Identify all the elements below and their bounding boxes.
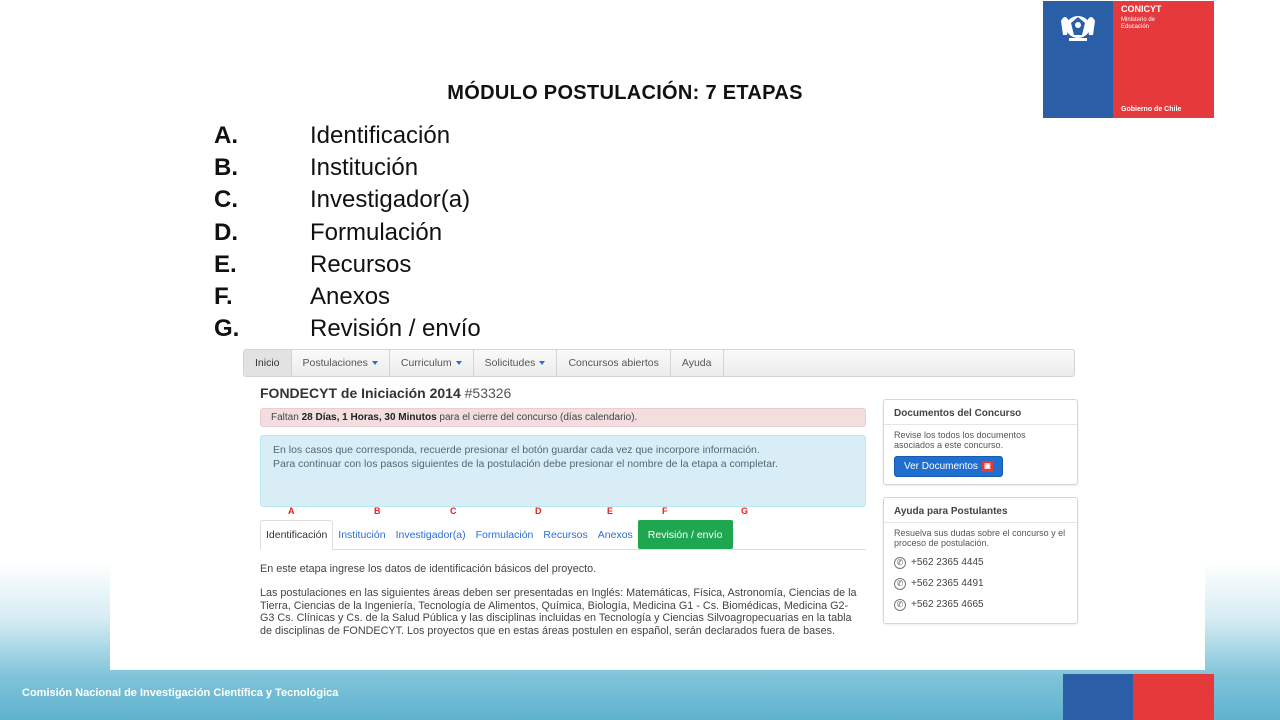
footer-organization: Comisión Nacional de Investigación Cient… bbox=[22, 687, 339, 699]
help-panel: Ayuda para Postulantes Resuelva sus duda… bbox=[883, 497, 1078, 624]
pdf-icon: ▣ bbox=[981, 461, 993, 472]
nav-postulaciones[interactable]: Postulaciones bbox=[292, 350, 390, 376]
nav-curriculum[interactable]: Curriculum bbox=[390, 350, 474, 376]
deadline-alert: Faltan 28 Días, 1 Horas, 30 Minutos para… bbox=[260, 408, 866, 427]
content-paragraph: En este etapa ingrese los datos de ident… bbox=[260, 563, 597, 575]
footer-flag-blue bbox=[1063, 674, 1133, 720]
stage-item: F. Anexos bbox=[214, 283, 391, 311]
stage-item: A. Identificación bbox=[214, 122, 451, 150]
tab-institucion[interactable]: Institución bbox=[333, 520, 390, 549]
nav-concursos-abiertos[interactable]: Concursos abiertos bbox=[557, 350, 671, 376]
stage-tabs: Identificación Institución Investigador(… bbox=[260, 520, 866, 550]
tab-investigador[interactable]: Investigador(a) bbox=[391, 520, 471, 549]
tab-letter: D bbox=[535, 506, 542, 516]
stages-list: A. Identificación B. Institución C. Investi… bbox=[214, 120, 481, 345]
phone-icon: ✆ bbox=[894, 557, 906, 569]
conicyt-logo: CONICYT Ministerio de Educación Gobierno… bbox=[1043, 1, 1214, 118]
phone-line[interactable]: ✆ +562 2365 4491 bbox=[894, 578, 1067, 590]
nav-ayuda[interactable]: Ayuda bbox=[671, 350, 724, 376]
tab-identificacion[interactable]: Identificación bbox=[260, 520, 334, 550]
phone-line[interactable]: ✆ +562 2365 4665 bbox=[894, 599, 1067, 611]
nav-inicio[interactable]: Inicio bbox=[244, 350, 292, 376]
stage-item: B. Institución bbox=[214, 154, 419, 182]
tab-letter: F bbox=[662, 506, 668, 516]
caret-down-icon bbox=[455, 361, 462, 365]
view-documents-button[interactable]: Ver Documentos ▣ bbox=[894, 456, 1003, 477]
chile-seal-icon bbox=[1061, 16, 1095, 41]
tab-formulacion[interactable]: Formulación bbox=[471, 520, 539, 549]
project-title: FONDECYT de Iniciación 2014 #53326 bbox=[260, 385, 512, 401]
help-panel-title: Ayuda para Postulantes bbox=[884, 498, 1077, 523]
footer-flag-bar bbox=[1063, 674, 1214, 720]
logo-brand: CONICYT bbox=[1121, 4, 1162, 14]
nav-solicitudes[interactable]: Solicitudes bbox=[474, 350, 558, 376]
tab-recursos[interactable]: Recursos bbox=[538, 520, 592, 549]
phone-icon: ✆ bbox=[894, 599, 906, 611]
tab-letter: E bbox=[607, 506, 614, 516]
stage-item: D. Formulación bbox=[214, 218, 443, 246]
stage-item: G. Revisión / envío bbox=[214, 315, 481, 343]
tab-revision-envio[interactable]: Revisión / envío bbox=[637, 520, 733, 549]
stage-item: C. Investigador(a) bbox=[214, 186, 471, 214]
footer-flag-red bbox=[1133, 674, 1214, 720]
logo-blue-block bbox=[1043, 1, 1113, 118]
top-navbar: Inicio Postulaciones Curriculum Solicitu… bbox=[243, 349, 1075, 377]
logo-red-block: CONICYT Ministerio de Educación Gobierno… bbox=[1113, 1, 1214, 118]
help-panel-text: Resuelva sus dudas sobre el concurso y e… bbox=[894, 528, 1066, 548]
stage-item: E. Recursos bbox=[214, 250, 412, 278]
identification-content: En este etapa ingrese los datos de ident… bbox=[260, 563, 860, 649]
phone-line[interactable]: ✆ +562 2365 4445 bbox=[894, 557, 1067, 569]
tab-letter: C bbox=[450, 506, 457, 516]
caret-down-icon bbox=[371, 361, 378, 365]
content-paragraph: Las postulaciones en las siguientes área… bbox=[260, 587, 857, 637]
caret-down-icon bbox=[539, 361, 546, 365]
logo-government: Gobierno de Chile bbox=[1121, 106, 1182, 113]
tab-letter-annotations: A B C D E F G bbox=[110, 506, 910, 520]
tab-letter: A bbox=[288, 506, 295, 516]
phone-icon: ✆ bbox=[894, 578, 906, 590]
documents-panel-text: Revise los todos los documentos asociado… bbox=[894, 430, 1026, 450]
tab-letter: G bbox=[741, 506, 749, 516]
tab-letter: B bbox=[374, 506, 381, 516]
info-alert: En los casos que corresponda, recuerde p… bbox=[260, 435, 866, 507]
embedded-web-screenshot: Inicio Postulaciones Curriculum Solicitu… bbox=[110, 347, 1205, 670]
documents-panel: Documentos del Concurso Revise los todos… bbox=[883, 399, 1078, 485]
tab-anexos[interactable]: Anexos bbox=[593, 520, 638, 549]
logo-ministry: Ministerio de Educación bbox=[1121, 17, 1156, 30]
documents-panel-title: Documentos del Concurso bbox=[884, 400, 1077, 425]
